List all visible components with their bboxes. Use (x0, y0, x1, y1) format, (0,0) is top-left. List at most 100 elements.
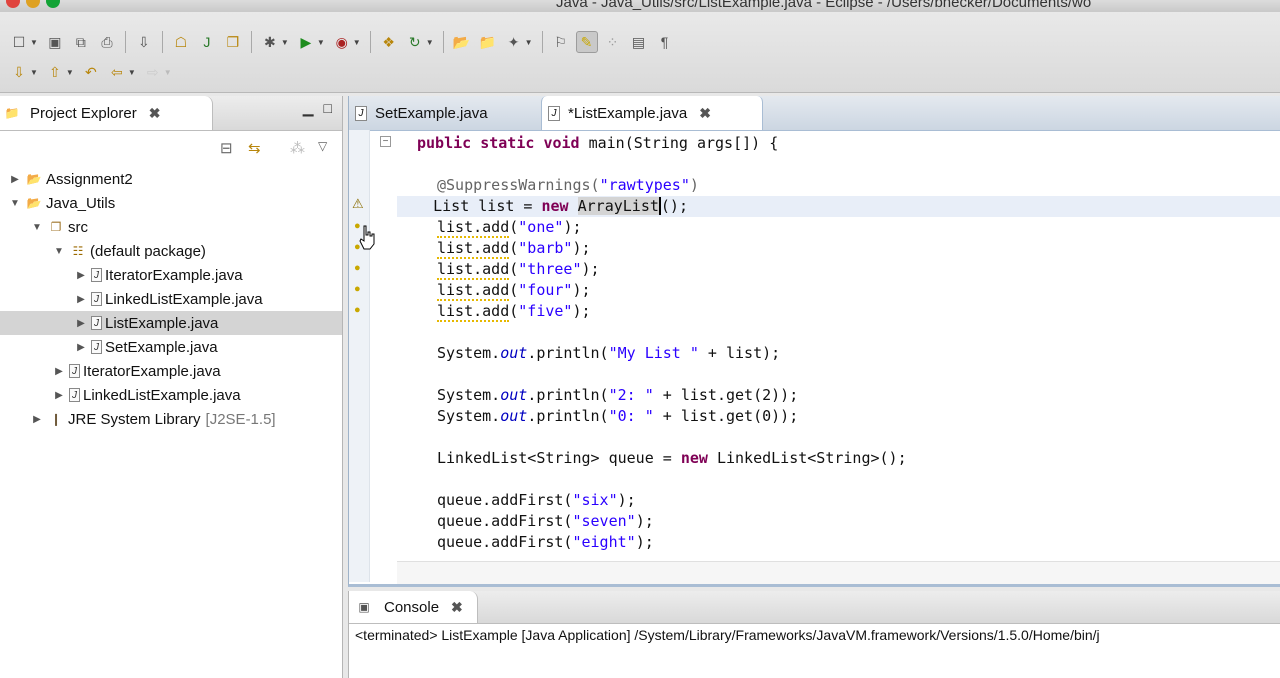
view-menu-icon[interactable]: ▽ (318, 139, 327, 153)
save-all-icon[interactable]: ⧉ (70, 31, 92, 53)
open-folder-icon[interactable]: 📂 (451, 31, 473, 53)
refresh-dropdown-icon[interactable]: ▼ (426, 38, 434, 47)
print-icon[interactable]: ⎙ (96, 31, 118, 53)
tab-listexample[interactable]: J *ListExample.java ✖ (541, 96, 763, 130)
next-annotation-icon[interactable]: ⇩ (8, 61, 30, 83)
quick-fix-icon[interactable]: ● (354, 283, 361, 295)
prev-annotation-dropdown-icon[interactable]: ▼ (66, 68, 74, 77)
search-dropdown-icon[interactable]: ▼ (525, 38, 533, 47)
toolbar-separator (442, 31, 444, 53)
tree-item[interactable]: ▶ J LinkedListExample.java (0, 383, 342, 407)
collapsed-arrow-icon[interactable]: ▶ (74, 342, 88, 353)
toolbar-separator (541, 31, 543, 53)
forward-dropdown-icon[interactable]: ▼ (164, 68, 172, 77)
collapsed-arrow-icon[interactable]: ▶ (30, 414, 44, 425)
close-icon[interactable]: ✖ (149, 105, 161, 122)
highlight-icon[interactable]: ✎ (575, 31, 598, 53)
new-server-icon[interactable]: ❖ (378, 31, 400, 53)
pin-icon[interactable]: ⚐ (550, 31, 572, 53)
run-dropdown-icon[interactable]: ▼ (317, 38, 325, 47)
warning-icon[interactable]: ⚠ (352, 196, 364, 212)
toolbar-separator (124, 31, 126, 53)
collapse-all-icon[interactable]: ⊟ (220, 139, 233, 157)
collapsed-arrow-icon[interactable]: ▶ (52, 366, 66, 377)
toggle-icon[interactable]: ⁘ (602, 31, 624, 53)
tree-item[interactable]: ▶ J IteratorExample.java (0, 359, 342, 383)
collapsed-arrow-icon[interactable]: ▶ (74, 294, 88, 305)
new-dropdown-icon[interactable]: ▼ (30, 38, 38, 47)
run-icon[interactable]: ▶ (295, 31, 317, 53)
maximize-view-icon[interactable]: □ (324, 100, 332, 117)
tree-item-label: IteratorExample.java (105, 266, 243, 284)
fold-toggle-icon[interactable]: − (380, 136, 391, 147)
code-line: list.add("three"); (437, 260, 600, 280)
collapsed-arrow-icon[interactable]: ▶ (74, 318, 88, 329)
java-file-icon: J (91, 316, 102, 330)
new-class-icon[interactable]: J (196, 31, 218, 53)
link-with-editor-icon[interactable]: ⇆ (248, 139, 261, 157)
tree-item-label: (default package) (90, 242, 206, 260)
back-icon[interactable]: ⇦ (106, 61, 128, 83)
tree-item[interactable]: ▶ J IteratorExample.java (0, 263, 342, 287)
new-icon[interactable]: ☐ (8, 31, 30, 53)
last-edit-icon[interactable]: ↶ (80, 61, 102, 83)
debug-icon[interactable]: ✱ (259, 31, 281, 53)
tab-label: *ListExample.java (568, 104, 688, 122)
refresh-icon[interactable]: ↻ (404, 31, 426, 53)
close-icon[interactable]: ✖ (451, 599, 463, 616)
tab-setexample[interactable]: J SetExample.java (349, 96, 539, 130)
quick-fix-icon[interactable]: ● (354, 262, 361, 274)
open-file-icon[interactable]: 📁 (477, 31, 499, 53)
external-dropdown-icon[interactable]: ▼ (353, 38, 361, 47)
tree-item[interactable]: ▶ J ListExample.java (0, 311, 342, 335)
minimize-window-button[interactable] (26, 0, 40, 8)
filter-icon[interactable]: ⁂ (290, 139, 305, 157)
save-icon[interactable]: ▣ (44, 31, 66, 53)
horizontal-scrollbar[interactable] (397, 561, 1280, 584)
project-explorer-panel: 📁 Project Explorer ✖ ▁ □ ⊟ ⇆ ⁂ ▽ ▶ 📂 Assig… (0, 96, 343, 678)
minimize-view-icon[interactable]: ▁ (303, 100, 314, 117)
tree-item-label: Java_Utils (46, 194, 116, 212)
tree-item[interactable]: ▼ ❐ src (0, 215, 342, 239)
block-icon[interactable]: ▤ (628, 31, 650, 53)
tree-item[interactable]: ▼ ☷ (default package) (0, 239, 342, 263)
tree-item[interactable]: ▶ J SetExample.java (0, 335, 342, 359)
new-project-icon[interactable]: ☖ (170, 31, 192, 53)
collapsed-arrow-icon[interactable]: ▶ (52, 390, 66, 401)
tree-item[interactable]: ▼ 📂 Java_Utils (0, 191, 342, 215)
expanded-arrow-icon[interactable]: ▼ (8, 198, 22, 209)
tree-item[interactable]: ▶ 📂 Assignment2 (0, 167, 342, 191)
toolbar-separator (161, 31, 163, 53)
tree-item-label: JRE System Library (68, 410, 201, 428)
project-explorer-icon: 📁 (4, 106, 20, 120)
tree-item[interactable]: ▶ J LinkedListExample.java (0, 287, 342, 311)
code-line: System.out.println("2: " + list.get(2)); (437, 386, 799, 404)
prev-annotation-icon[interactable]: ⇧ (44, 61, 66, 83)
quick-fix-icon[interactable]: ● (354, 304, 361, 316)
back-dropdown-icon[interactable]: ▼ (128, 68, 136, 77)
main-toolbar: ☐ ▼ ▣ ⧉ ⎙ ⇩ ☖ J ❐ ✱ ▼ ▶ ▼ ◉ ▼ ❖ ↻ ▼ 📂 📁 ✦ ▼ ⚐ … (0, 12, 1280, 93)
new-interface-icon[interactable]: ❐ (222, 31, 244, 53)
zoom-window-button[interactable] (46, 0, 60, 8)
java-file-icon: J (91, 268, 102, 282)
search-icon[interactable]: ✦ (503, 31, 525, 53)
source-folder-icon: ❐ (50, 220, 62, 234)
close-window-button[interactable] (6, 0, 20, 8)
toolbar-separator (369, 31, 371, 53)
annotation-ruler[interactable]: ⚠ ● ● ● ● ● (349, 130, 370, 582)
collapsed-arrow-icon[interactable]: ▶ (8, 174, 22, 185)
tab-console[interactable]: ▣ Console ✖ (349, 591, 478, 623)
collapsed-arrow-icon[interactable]: ▶ (74, 270, 88, 281)
next-annotation-dropdown-icon[interactable]: ▼ (30, 68, 38, 77)
forward-icon[interactable]: ⇨ (142, 61, 164, 83)
code-editor[interactable]: public static void main(String args[]) {… (397, 130, 1280, 560)
tree-item[interactable]: ▶ ❙ JRE System Library [J2SE-1.5] (0, 407, 342, 431)
run-external-icon[interactable]: ◉ (331, 31, 353, 53)
expanded-arrow-icon[interactable]: ▼ (30, 222, 44, 233)
close-tab-icon[interactable]: ✖ (699, 105, 711, 122)
expanded-arrow-icon[interactable]: ▼ (52, 246, 66, 257)
import-icon[interactable]: ⇩ (133, 31, 155, 53)
tab-project-explorer[interactable]: 📁 Project Explorer ✖ (0, 96, 213, 130)
pilcrow-icon[interactable]: ¶ (654, 31, 676, 53)
debug-dropdown-icon[interactable]: ▼ (281, 38, 289, 47)
